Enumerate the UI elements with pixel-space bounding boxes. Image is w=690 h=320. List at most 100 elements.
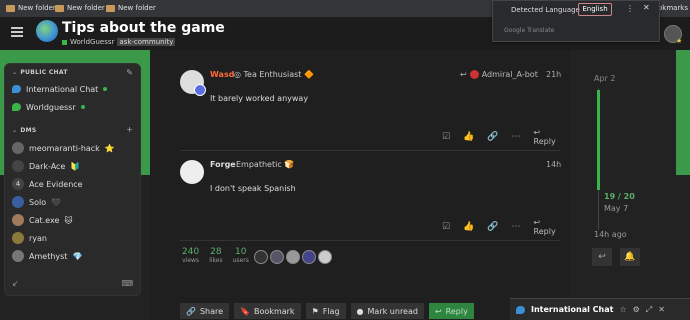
chevron-down-icon: ⌄	[12, 127, 18, 134]
reply-arrow-icon: ↩	[434, 306, 442, 316]
category-link[interactable]: WorldGuessr	[70, 38, 114, 46]
share-icon: 🔗	[186, 306, 196, 316]
share-button[interactable]: 🔗 Share	[180, 303, 230, 319]
dm-item[interactable]: ryan	[12, 231, 47, 245]
topic-stream: Wasd ◎ Tea Enthusiast 🔶 ↩ Admiral_A-bot …	[150, 50, 570, 320]
unread-dot	[103, 87, 108, 91]
back-button[interactable]: ↩	[592, 248, 612, 266]
post-date[interactable]: 14h	[546, 160, 561, 169]
dm-item[interactable]: meomaranti-hack ⭐	[12, 141, 115, 155]
user-title: ◎ Tea Enthusiast 🔶	[234, 70, 314, 79]
avatar	[469, 70, 479, 79]
avatar: 4	[12, 178, 24, 190]
timeline-end-date[interactable]: 14h ago	[594, 230, 627, 239]
users-stat: 10 users	[232, 247, 249, 264]
post-username[interactable]: Wasd	[210, 70, 234, 79]
site-logo[interactable]	[36, 20, 58, 42]
chat-bubble-icon	[12, 85, 21, 93]
topic-title[interactable]: Tips about the game	[62, 20, 225, 36]
sidebar-footer: ↙ ⌨	[12, 279, 133, 289]
dms-header[interactable]: ⌄ DMS	[12, 127, 37, 134]
post-controls: ☑ 👍 🔗 ⋯ ↩ Reply	[442, 218, 560, 236]
detected-language-tab[interactable]: Detected Language	[511, 6, 580, 14]
bookmark-button[interactable]: 🔖 Bookmark	[234, 303, 301, 319]
more-icon[interactable]: ⋯	[512, 222, 521, 232]
avatar	[12, 196, 24, 208]
more-options-icon[interactable]: ⋮	[626, 4, 634, 13]
avatar	[12, 142, 24, 154]
category-color-swatch	[62, 39, 67, 45]
participant-avatars	[254, 250, 332, 264]
avatar[interactable]	[270, 250, 284, 264]
avatar[interactable]	[286, 250, 300, 264]
tag-badge[interactable]: ask-community	[117, 38, 176, 46]
reply-to-tab[interactable]: ↩ Admiral_A-bot	[460, 70, 538, 79]
flag-button[interactable]: ⚑ Flag	[305, 303, 346, 319]
check-icon[interactable]: ☑	[442, 132, 450, 142]
sidebar-item-international-chat[interactable]: International Chat	[12, 82, 108, 96]
post-date[interactable]: 21h	[546, 70, 561, 79]
dm-item[interactable]: 4 Ace Evidence	[12, 177, 83, 191]
collapse-icon[interactable]: ↙	[12, 279, 19, 288]
avatar[interactable]	[180, 160, 204, 184]
dm-item[interactable]: Amethyst 💎	[12, 249, 82, 263]
topic-map-stats: 240 views 28 likes 10 users	[182, 247, 249, 264]
post-username[interactable]: Forge	[210, 160, 236, 169]
topic-category: WorldGuessr ask-community	[62, 38, 176, 46]
avatar[interactable]	[302, 250, 316, 264]
link-icon[interactable]: 🔗	[487, 132, 498, 142]
mark-unread-button[interactable]: ● Mark unread	[350, 303, 424, 319]
avatar[interactable]	[254, 250, 268, 264]
flag-icon: ⚑	[311, 306, 319, 316]
star-icon[interactable]: ☆	[619, 305, 626, 314]
avatar	[12, 232, 24, 244]
plus-icon[interactable]: +	[126, 125, 133, 134]
check-icon[interactable]: ☑	[442, 222, 450, 232]
like-icon[interactable]: 👍	[463, 132, 474, 142]
flair-icon	[194, 84, 206, 96]
close-icon[interactable]: ✕	[658, 305, 665, 314]
timeline-current-date: May 7	[604, 204, 629, 213]
more-icon[interactable]: ⋯	[512, 132, 521, 142]
sidebar-item-worldguessr[interactable]: Worldguessr	[12, 100, 85, 114]
like-icon[interactable]: 👍	[463, 222, 474, 232]
background-banner	[676, 50, 690, 175]
user-title: Empathetic 🍞	[236, 160, 295, 169]
pencil-icon[interactable]: ✎	[126, 68, 133, 77]
topic-footer-buttons: 🔗 Share 🔖 Bookmark ⚑ Flag ● Mark unread ↩ Rep…	[180, 303, 474, 319]
english-tab[interactable]: English	[578, 3, 612, 16]
post-controls: ☑ 👍 🔗 ⋯ ↩ Reply	[442, 128, 560, 146]
chat-drawer-title[interactable]: International Chat	[531, 305, 613, 314]
views-stat: 240 views	[182, 247, 200, 264]
bookmark-folder[interactable]: New folder	[55, 4, 105, 12]
hamburger-menu-icon[interactable]	[11, 27, 23, 37]
settings-icon[interactable]: ⚙	[633, 305, 640, 314]
post-divider	[180, 240, 560, 241]
keyboard-icon[interactable]: ⌨	[121, 279, 133, 288]
folder-icon	[106, 4, 115, 12]
timeline-handle[interactable]	[597, 90, 600, 190]
reply-button[interactable]: ↩ Reply	[428, 303, 474, 319]
chat-drawer-header[interactable]: International Chat ☆ ⚙ ⤢ ✕	[510, 298, 690, 320]
dm-item[interactable]: Dark-Ace 🔰	[12, 159, 80, 173]
link-icon[interactable]: 🔗	[487, 222, 498, 232]
reply-button[interactable]: ↩ Reply	[534, 218, 560, 236]
reply-button[interactable]: ↩ Reply	[534, 128, 560, 146]
chat-sidebar: ⌄ PUBLIC CHAT ✎ International Chat Worldg…	[4, 63, 141, 296]
likes-stat[interactable]: 28 likes	[209, 247, 222, 264]
timeline-position: 19 / 20	[604, 192, 635, 201]
avatar[interactable]	[318, 250, 332, 264]
bookmark-icon: 🔖	[240, 306, 251, 316]
notifications-button[interactable]: 🔔	[620, 248, 640, 266]
star-badge-icon: ★	[676, 37, 683, 45]
expand-icon[interactable]: ⤢	[646, 305, 652, 315]
timeline-start-date[interactable]: Apr 2	[594, 74, 615, 83]
avatar	[12, 250, 24, 262]
dm-item[interactable]: Cat.exe 🐱	[12, 213, 73, 227]
bookmark-folder[interactable]: New folder	[106, 4, 156, 12]
public-chat-header[interactable]: ⌄ PUBLIC CHAT	[12, 69, 68, 76]
close-icon[interactable]: ✕	[643, 3, 650, 12]
dm-item[interactable]: Solo 🖤	[12, 195, 61, 209]
post-divider	[180, 150, 560, 151]
bookmark-folder[interactable]: New folder	[6, 4, 56, 12]
